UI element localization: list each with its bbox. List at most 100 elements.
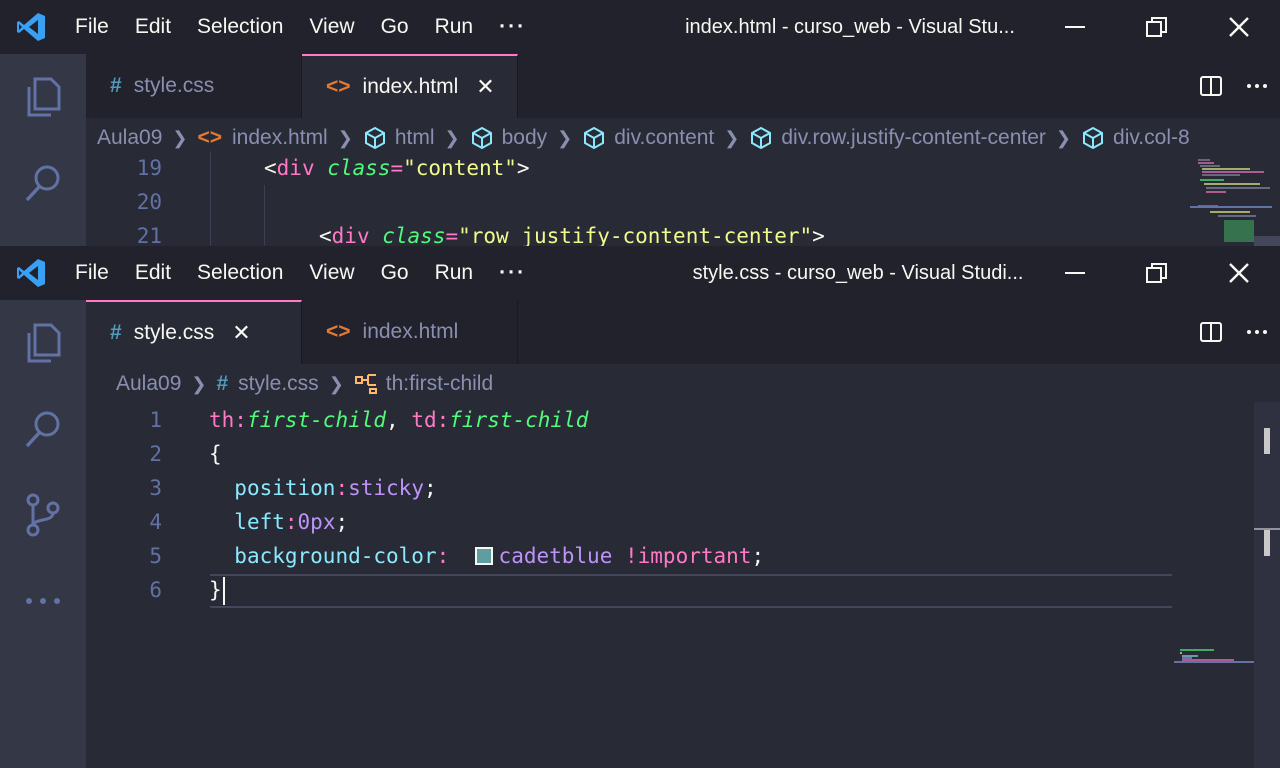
color-swatch[interactable]	[474, 547, 493, 565]
code-token: ;	[335, 510, 349, 534]
explorer-icon[interactable]	[0, 300, 86, 386]
line-number: 19	[136, 156, 162, 180]
search-icon[interactable]	[0, 386, 86, 472]
restore-button[interactable]	[1116, 246, 1198, 300]
breadcrumb-item[interactable]: # style.css	[216, 372, 318, 396]
minimap[interactable]	[1190, 156, 1272, 246]
breadcrumb-label: Aula09	[116, 372, 182, 395]
code-line[interactable]: 6}	[86, 573, 1280, 607]
code-line[interactable]: 3 position:sticky;	[86, 471, 1280, 505]
breadcrumb-item[interactable]: div.col-8	[1081, 126, 1190, 150]
tab-index-html[interactable]: <> index.html	[302, 300, 518, 364]
breadcrumb-item[interactable]: body	[470, 126, 547, 150]
menu-item-more[interactable]: ···	[486, 246, 539, 300]
code-text: background-color: cadetblue !important;	[209, 544, 764, 568]
activity-bar	[0, 54, 86, 246]
menu-item-edit[interactable]: Edit	[122, 0, 184, 54]
more-actions-icon[interactable]	[1234, 54, 1280, 118]
menu-item-view[interactable]: View	[296, 0, 367, 54]
code-token: sticky	[348, 476, 424, 500]
tab-label: style.css	[133, 321, 215, 344]
code-line[interactable]: 4 left:0px;	[86, 505, 1280, 539]
menu-item-go[interactable]: Go	[368, 0, 422, 54]
menu-item-file[interactable]: File	[62, 246, 122, 300]
window-title: index.html - curso_web - Visual Stu...	[685, 16, 1015, 38]
vscode-logo-icon[interactable]	[0, 246, 62, 300]
code-token: position	[234, 476, 336, 500]
source-control-icon[interactable]	[0, 472, 86, 558]
menu-item-go[interactable]: Go	[368, 246, 422, 300]
split-editor-icon[interactable]	[1188, 54, 1234, 118]
code-token: background-color	[234, 544, 437, 568]
close-window-button[interactable]	[1198, 246, 1280, 300]
breadcrumb-item[interactable]: div.row.justify-content-center	[749, 126, 1046, 150]
title-bar: File Edit Selection View Go Run ··· index.html…	[0, 0, 1280, 54]
code-line[interactable]: 19 <div class="content">	[86, 151, 1280, 185]
close-icon[interactable]: ✕	[232, 320, 250, 346]
breadcrumb-item[interactable]: <> index.html	[197, 126, 327, 150]
minimize-button[interactable]	[1034, 0, 1116, 54]
vscode-window-style-css: File Edit Selection View Go Run ··· style.css …	[0, 246, 1280, 768]
more-views-icon[interactable]	[0, 558, 86, 644]
html-file-icon: <>	[326, 320, 351, 343]
close-icon[interactable]: ✕	[476, 74, 494, 100]
window-title: style.css - curso_web - Visual Studi...	[692, 262, 1024, 284]
text-cursor	[223, 577, 225, 605]
code-token: <	[264, 156, 277, 180]
code-token: :	[436, 544, 450, 568]
code-token: 0px	[297, 510, 336, 534]
menu-item-selection[interactable]: Selection	[184, 246, 296, 300]
editor-tabs: # style.css <> index.html ✕	[86, 54, 1280, 118]
code-line[interactable]: 21 <div class="row justify-content-center…	[86, 219, 1280, 246]
breadcrumb-label: index.html	[232, 126, 328, 149]
tab-style-css[interactable]: # style.css	[86, 54, 302, 118]
code-token: :	[234, 408, 247, 432]
close-window-button[interactable]	[1198, 0, 1280, 54]
code-token: "row justify-content-center"	[458, 224, 813, 246]
menu-item-more[interactable]: ···	[486, 0, 539, 54]
vscode-logo-icon[interactable]	[0, 0, 62, 54]
more-actions-icon[interactable]	[1234, 300, 1280, 364]
menu-item-run[interactable]: Run	[422, 246, 487, 300]
breadcrumb-item[interactable]: th:first-child	[354, 372, 493, 396]
element-icon	[584, 126, 605, 150]
scrollbar[interactable]	[1254, 236, 1280, 246]
line-number: 4	[149, 510, 162, 534]
code-line[interactable]: 2{	[86, 437, 1280, 471]
search-icon[interactable]	[0, 140, 86, 226]
menu-item-selection[interactable]: Selection	[184, 0, 296, 54]
tab-style-css[interactable]: # style.css ✕	[86, 300, 302, 364]
code-token: td	[411, 408, 437, 432]
menu-item-edit[interactable]: Edit	[122, 246, 184, 300]
code-line[interactable]: 20	[86, 185, 1280, 219]
breadcrumb-item[interactable]: Aula09	[116, 372, 181, 396]
code-token: :	[436, 408, 450, 432]
html-file-icon: <>	[326, 75, 351, 98]
code-line[interactable]: 1 th:first-child, td:first-child	[86, 403, 1280, 437]
minimap[interactable]	[1174, 646, 1254, 666]
menu-item-run[interactable]: Run	[422, 0, 487, 54]
code-token: >	[812, 224, 825, 246]
css-file-icon: #	[110, 74, 122, 97]
code-editor[interactable]: 19 <div class="content"> 20 21 <div class="r…	[86, 151, 1280, 246]
code-token: div	[331, 224, 370, 246]
menu-item-view[interactable]: View	[296, 246, 367, 300]
breadcrumb-label: div.content	[614, 126, 715, 149]
breadcrumb: Aula09 ❯ # style.css ❯ th:first-child	[86, 364, 1280, 404]
explorer-icon[interactable]	[0, 54, 86, 140]
line-number: 5	[149, 544, 162, 568]
restore-button[interactable]	[1116, 0, 1198, 54]
breadcrumb-item[interactable]: Aula09	[97, 126, 162, 150]
line-number: 1	[149, 408, 162, 432]
split-editor-icon[interactable]	[1188, 300, 1234, 364]
menu-item-file[interactable]: File	[62, 0, 122, 54]
code-line[interactable]: 5 background-color: cadetblue !important…	[86, 539, 1280, 573]
breadcrumb-item[interactable]: html	[363, 126, 435, 150]
tab-index-html[interactable]: <> index.html ✕	[302, 54, 518, 118]
code-editor[interactable]: 1 th:first-child, td:first-child 2{3 posit…	[86, 403, 1280, 768]
scrollbar[interactable]	[1254, 402, 1280, 768]
minimize-button[interactable]	[1034, 246, 1116, 300]
breadcrumb-item[interactable]: div.content	[582, 126, 714, 150]
